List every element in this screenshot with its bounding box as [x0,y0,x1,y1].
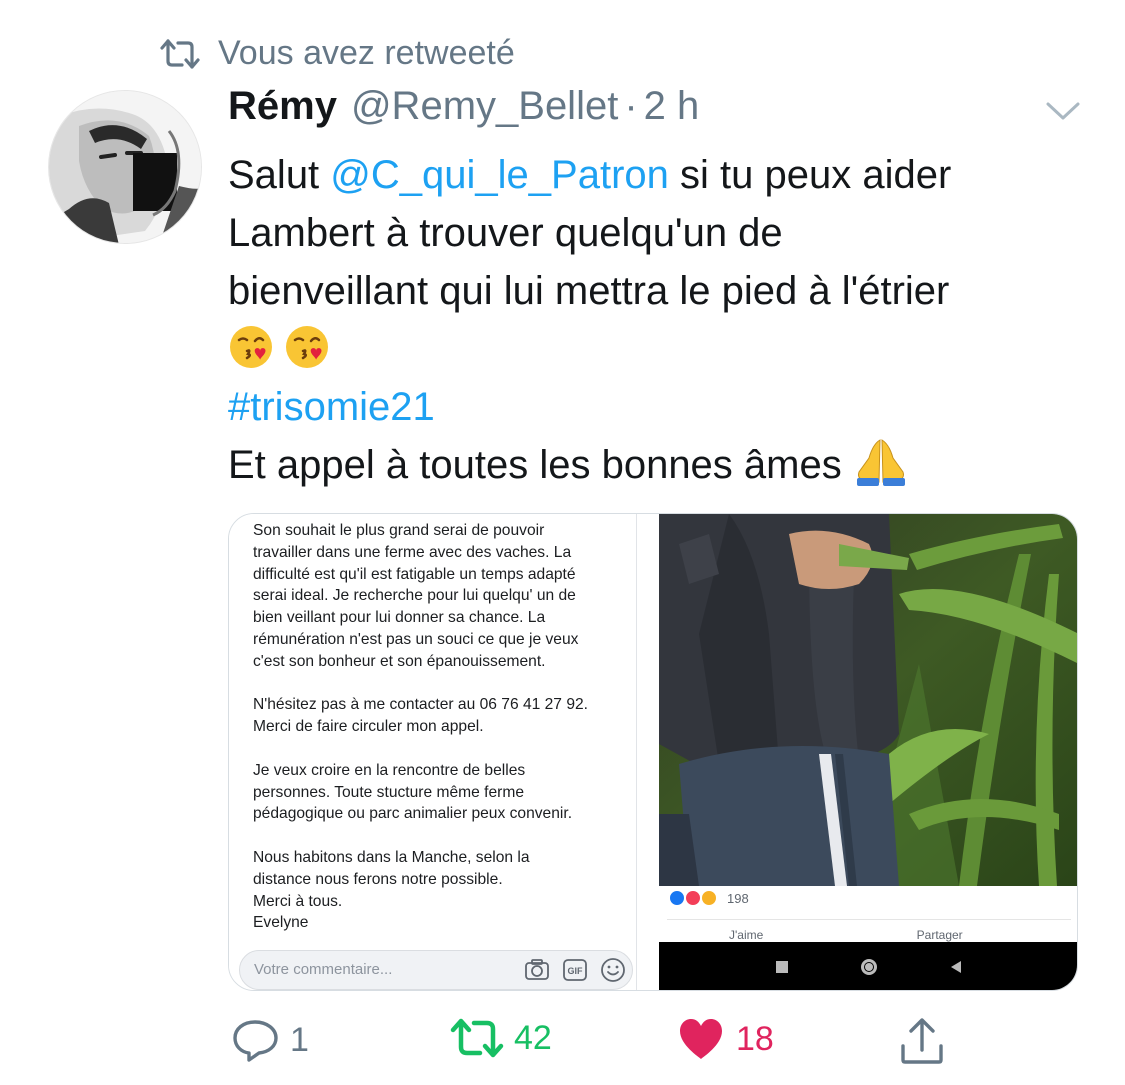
tweet-text: Salut @C_qui_le_Patron si tu peux aider … [228,146,1088,494]
tweet-actions: 1 42 18 [228,1016,958,1072]
camera-icon [525,959,549,980]
mention-link[interactable]: @C_qui_le_Patron [330,153,669,197]
tweet-header: Rémy @Remy_Bellet · 2 h [228,84,699,129]
tweet-line-1: Salut @C_qui_le_Patron si tu peux aider [228,146,1088,204]
post-line: personnes. Toute stucture même ferme [253,783,525,801]
fb-share-label: Partager [916,928,963,942]
author-name[interactable]: Rémy [228,84,337,129]
hashtag-link[interactable]: #trisomie21 [228,378,1088,436]
like-count: 18 [736,1019,774,1058]
retweet-context: Vous avez retweeté [160,34,515,73]
gif-label: GIF [568,966,584,976]
post-paragraph: Je veux croire en la rencontre de belles… [253,760,633,825]
facebook-post-screenshot: Son souhait le plus grand serai de pouvo… [229,514,637,990]
like-button[interactable]: 18 [676,1016,774,1062]
care-reaction-icon [701,890,717,906]
post-line: bien veillant pour lui donner sa chance.… [253,609,546,627]
comment-tools: GIF [524,957,626,983]
smiley-icon [601,958,625,982]
comment-input: Votre commentaire... GIF [239,950,633,990]
share-button[interactable] [898,1016,946,1066]
recents-icon [775,961,788,973]
retweet-button[interactable]: 42 [450,1016,552,1060]
separator-dot: · [624,84,638,128]
gif-icon: GIF [563,959,587,981]
back-icon [951,961,962,973]
retweet-context-label: Vous avez retweeté [218,34,515,72]
post-line: travailler dans une ferme avec des vache… [253,543,572,561]
fb-like-label: J'aime [729,928,764,942]
tweet-text-segment: si tu peux aider [668,153,952,197]
post-line: Merci à tous. [253,892,343,910]
author-handle[interactable]: @Remy_Bellet [351,84,618,129]
share-icon [901,1018,943,1064]
post-line: Je veux croire en la rencontre de belles [253,761,526,779]
kissing-face-emoji-icon [230,326,272,368]
heart-filled-icon [680,1019,722,1059]
tweet-media[interactable]: Son souhait le plus grand serai de pouvo… [228,513,1078,991]
love-reaction-icon [685,890,701,906]
tweet-time[interactable]: 2 h [644,84,700,129]
tweet-line-2: Lambert à trouver quelqu'un de [228,211,783,255]
folded-hands-emoji-icon [856,439,905,486]
avatar[interactable] [48,90,202,244]
post-line: serai ideal. Je recherche pour lui quelq… [253,587,576,605]
home-icon [860,959,877,975]
tweet-line-5: Et appel à toutes les bonnes âmes [228,436,1088,494]
post-line: difficulté est qu'il est fatigable un te… [253,565,576,583]
tweet-line-emojis [228,320,1088,378]
post-line: N'hésitez pas à me contacter au 06 76 41… [253,696,588,714]
retweet-count: 42 [514,1018,552,1057]
tweet-text-segment: Salut [228,153,331,197]
tweet-text-segment: Et appel à toutes les bonnes âmes [228,443,842,487]
facebook-post-text: Son souhait le plus grand serai de pouvo… [253,520,633,956]
cornfield-photo [659,514,1077,886]
tweet-line-3: bienveillant qui lui mettra le pied à l'… [228,269,950,313]
post-line: pédagogique ou parc animalier peux conve… [253,805,573,823]
reply-icon [233,1020,278,1062]
divider [667,919,1071,920]
post-paragraph: N'hésitez pas à me contacter au 06 76 41… [253,694,633,738]
post-line: c'est son bonheur et son épanouissement. [253,652,546,670]
post-paragraph: Nous habitons dans la Manche, selon la d… [253,847,633,934]
reactions-summary: 198 [669,890,749,906]
chevron-down-icon[interactable] [1045,100,1081,122]
media-gap [637,514,659,990]
avatar-image [49,91,201,243]
post-line: distance nous ferons notre possible. [253,870,503,888]
post-paragraph: Son souhait le plus grand serai de pouvo… [253,520,633,673]
retweet-active-icon [450,1018,504,1058]
fb-actions-row: J'aime Partager [729,928,1069,942]
post-line: rémunération n'est pas un souci ce que j… [253,630,579,648]
post-line: Nous habitons dans la Manche, selon la [253,848,530,866]
like-reaction-icon [669,890,685,906]
comment-placeholder: Votre commentaire... [254,961,393,978]
reaction-count: 198 [727,890,749,906]
reply-button[interactable]: 1 [230,1016,309,1064]
post-line: Son souhait le plus grand serai de pouvo… [253,522,545,539]
facebook-photo-screenshot: 198 J'aime Partager [659,514,1077,990]
post-line: Evelyne [253,914,309,932]
reply-count: 1 [290,1020,309,1059]
post-line: Merci de faire circuler mon appel. [253,718,484,736]
kissing-face-emoji-icon [286,326,328,368]
retweet-icon [160,38,200,69]
android-nav-bar [659,942,1077,990]
